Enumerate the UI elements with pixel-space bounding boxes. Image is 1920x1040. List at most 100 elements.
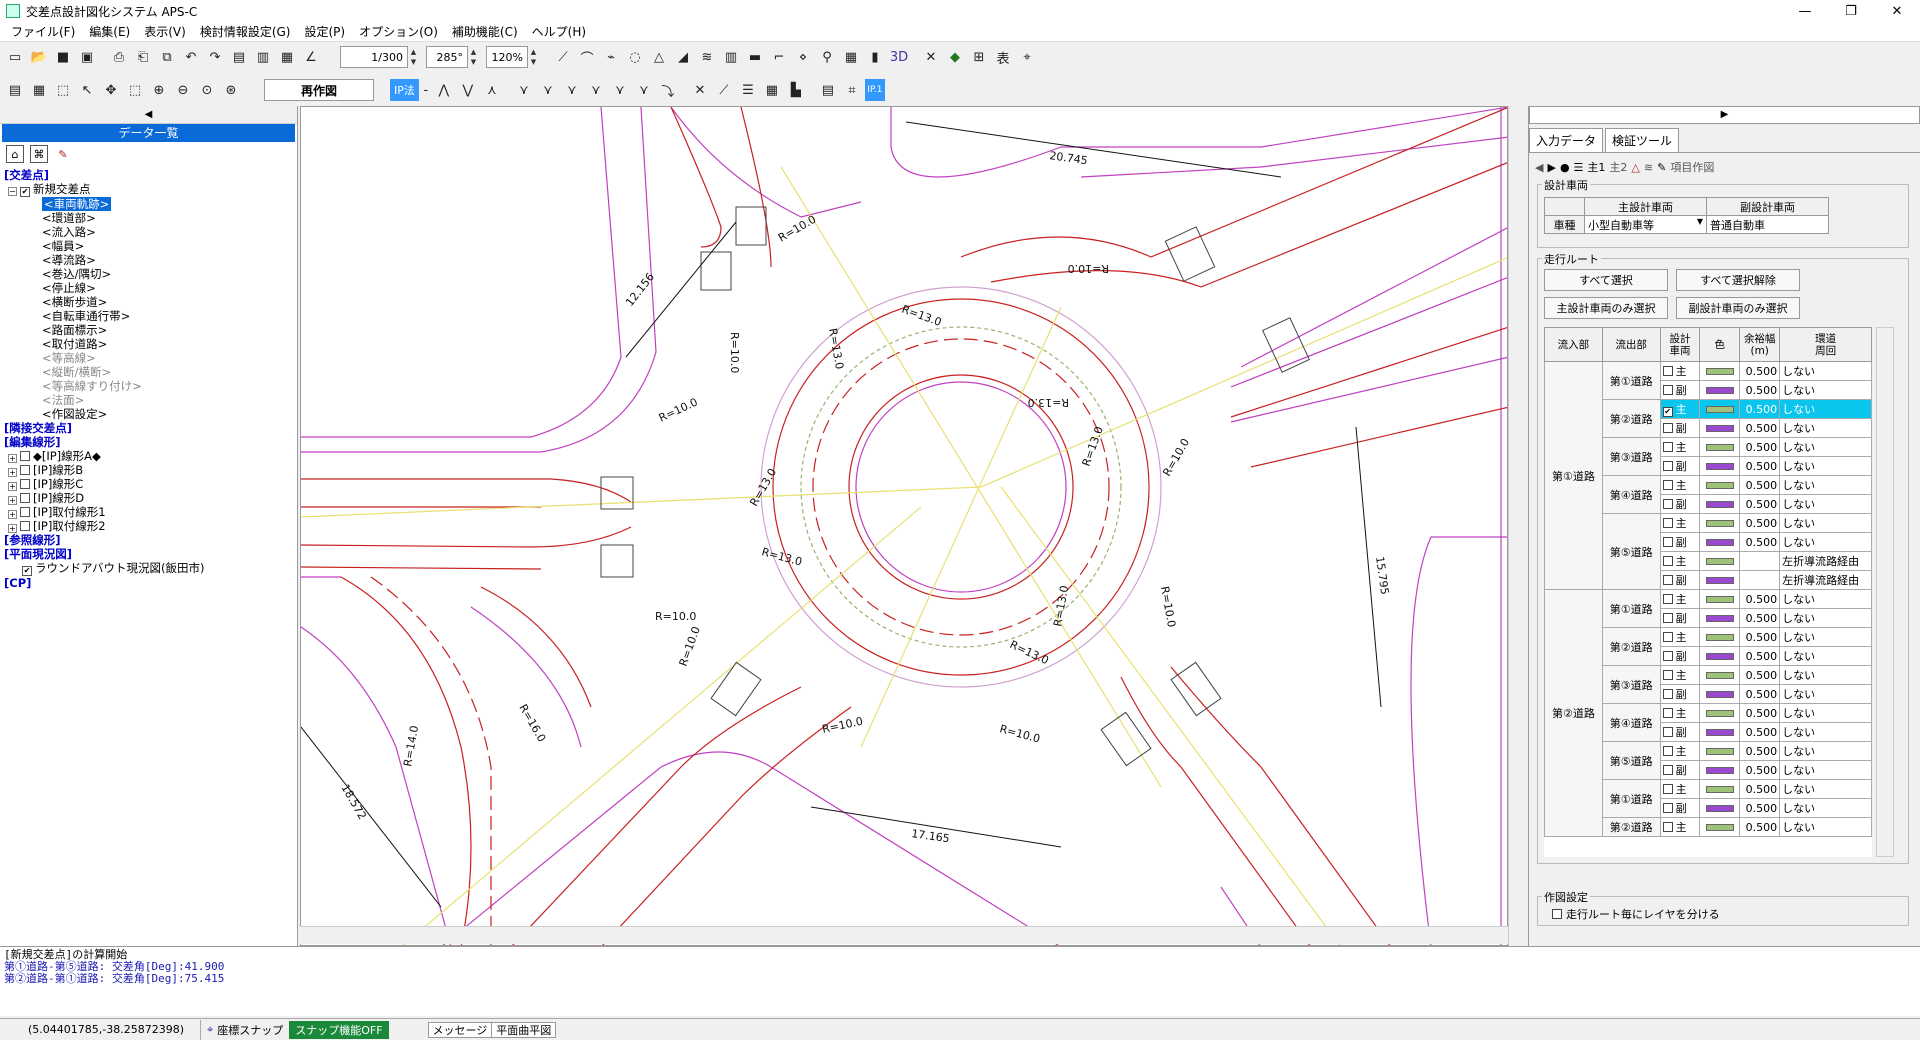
tab-message[interactable]: メッセージ xyxy=(427,1021,493,1038)
triangle-tool-icon[interactable]: △ xyxy=(648,46,670,68)
route-margin-cell[interactable]: 0.500 xyxy=(1739,722,1781,742)
route-margin-cell[interactable]: 0.500 xyxy=(1739,684,1781,704)
tree-item[interactable]: + ◆[IP]線形A◆ xyxy=(4,449,293,463)
delete-icon[interactable]: ✕ xyxy=(920,46,942,68)
list-view-icon[interactable]: ▤ xyxy=(817,79,839,101)
align-tool3-icon[interactable]: ⋏ xyxy=(481,79,503,101)
route-margin-cell[interactable]: 0.500 xyxy=(1739,532,1781,552)
table-view-icon[interactable]: ▦ xyxy=(761,79,783,101)
tree-item[interactable]: <車両軌跡> xyxy=(4,197,293,211)
route-loop-cell[interactable]: しない xyxy=(1779,608,1872,628)
tree-checkbox[interactable]: ✔ xyxy=(22,566,32,576)
route-loop-cell[interactable]: しない xyxy=(1779,361,1872,381)
route-vehicle-cell[interactable]: 主 xyxy=(1659,361,1701,381)
route-loop-cell[interactable]: しない xyxy=(1779,760,1872,780)
route-vehicle-cell[interactable]: 主 xyxy=(1659,779,1701,799)
layer-per-route-checkbox[interactable] xyxy=(1552,909,1562,919)
zoom-prev-icon[interactable]: ⊛ xyxy=(220,79,242,101)
tree-item[interactable]: <横断歩道> xyxy=(4,295,293,309)
contour-icon[interactable]: ≋ xyxy=(1644,161,1653,174)
zoom-window-icon[interactable]: ⬚ xyxy=(124,79,146,101)
select-all-button[interactable]: すべて選択 xyxy=(1544,269,1668,291)
tree-checkbox[interactable]: ✔ xyxy=(20,187,30,197)
menu-options[interactable]: オプション(O) xyxy=(352,23,445,40)
route-color-cell[interactable] xyxy=(1699,817,1741,837)
tree-item[interactable]: [CP] xyxy=(4,576,293,590)
slope-tool-icon[interactable]: ◢ xyxy=(672,46,694,68)
route-margin-cell[interactable] xyxy=(1739,551,1781,571)
tab-input-data[interactable]: 入力データ xyxy=(1529,128,1604,152)
route-checkbox[interactable] xyxy=(1662,803,1673,813)
route-margin-cell[interactable]: 0.500 xyxy=(1739,475,1781,495)
route-color-cell[interactable] xyxy=(1699,798,1741,818)
route-loop-cell[interactable]: しない xyxy=(1779,779,1872,799)
survey-icon[interactable]: ⌖ xyxy=(1016,46,1038,68)
route-color-cell[interactable] xyxy=(1699,418,1741,438)
tree-item[interactable]: [隣接交差点] xyxy=(4,421,293,435)
route-loop-cell[interactable]: しない xyxy=(1779,741,1872,761)
route-table-scrollbar[interactable] xyxy=(1876,327,1894,857)
measure-icon[interactable]: ⌗ xyxy=(841,79,863,101)
curve-tool-icon[interactable]: ⟋ xyxy=(552,46,574,68)
link-tool-icon[interactable]: ⚲ xyxy=(816,46,838,68)
tree-tool1-icon[interactable]: ⌂ xyxy=(6,145,24,163)
prev-icon[interactable]: ◀ xyxy=(1535,161,1543,174)
route-loop-cell[interactable]: しない xyxy=(1779,722,1872,742)
window2-icon[interactable]: ▥ xyxy=(252,46,274,68)
stopline-tool-icon[interactable]: ▬ xyxy=(744,46,766,68)
route-vehicle-cell[interactable]: 主 xyxy=(1659,437,1701,457)
route-checkbox[interactable] xyxy=(1662,518,1673,528)
route-vehicle-cell[interactable]: 主 xyxy=(1659,665,1701,685)
route-margin-cell[interactable]: 0.500 xyxy=(1739,665,1781,685)
print-icon[interactable]: ⎙ xyxy=(108,46,130,68)
edit-tool7-icon[interactable]: ⤵ xyxy=(657,79,679,101)
snap-off-indicator[interactable]: スナップ機能OFF xyxy=(289,1020,389,1039)
route-checkbox[interactable] xyxy=(1662,423,1673,433)
pan-icon[interactable]: ✥ xyxy=(100,79,122,101)
route-margin-cell[interactable]: 0.500 xyxy=(1739,437,1781,457)
route-row[interactable]: 第②道路 第①道路主 0.500 しない xyxy=(1544,589,1872,837)
ip-method-button[interactable]: IP法 xyxy=(390,79,419,101)
menu-help[interactable]: ヘルプ(H) xyxy=(525,23,593,40)
route-color-cell[interactable] xyxy=(1699,551,1741,571)
route-checkbox[interactable] xyxy=(1662,385,1673,395)
grid-icon[interactable]: ▦ xyxy=(28,79,50,101)
tree-item[interactable]: <流入路> xyxy=(4,225,293,239)
route-checkbox[interactable]: ✔ xyxy=(1662,407,1673,417)
route-margin-cell[interactable]: 0.500 xyxy=(1739,779,1781,799)
align-tool2-icon[interactable]: ⋁ xyxy=(457,79,479,101)
tree-item[interactable]: + [IP]取付線形1 xyxy=(4,505,293,519)
route-checkbox[interactable] xyxy=(1662,499,1673,509)
table-icon[interactable]: 表 xyxy=(992,46,1014,68)
route-loop-cell[interactable]: しない xyxy=(1779,437,1872,457)
route-loop-cell[interactable]: しない xyxy=(1779,532,1872,552)
route-checkbox[interactable] xyxy=(1662,594,1673,604)
route-loop-cell[interactable]: しない xyxy=(1779,380,1872,400)
tree-checkbox[interactable] xyxy=(20,521,30,531)
route-vehicle-cell[interactable]: 副 xyxy=(1659,456,1701,476)
route-checkbox[interactable] xyxy=(1662,727,1673,737)
expand-icon[interactable]: + xyxy=(8,510,17,519)
save-icon[interactable]: ■ xyxy=(52,46,74,68)
cross-tool-icon[interactable]: ✕ xyxy=(689,79,711,101)
route-checkbox[interactable] xyxy=(1662,537,1673,547)
grid-tool-icon[interactable]: ▦ xyxy=(840,46,862,68)
route-vehicle-cell[interactable]: 副 xyxy=(1659,494,1701,514)
route-checkbox[interactable] xyxy=(1662,746,1673,756)
tree-item[interactable]: [交差点] xyxy=(4,168,293,182)
route-margin-cell[interactable]: 0.500 xyxy=(1739,608,1781,628)
copy-icon[interactable]: ⧉ xyxy=(156,46,178,68)
tree-item[interactable]: <縦断/横断> xyxy=(4,365,293,379)
angle-spin-icon[interactable]: ▲ ▼ xyxy=(468,47,479,67)
route-loop-cell[interactable]: しない xyxy=(1779,399,1872,419)
route-loop-cell[interactable]: しない xyxy=(1779,627,1872,647)
minimize-icon[interactable]: — xyxy=(1782,0,1828,22)
tree-tool2-icon[interactable]: ⌘ xyxy=(30,145,48,163)
sub-vehicle-field[interactable]: 普通自動車 xyxy=(1706,215,1829,234)
route-margin-cell[interactable]: 0.500 xyxy=(1739,589,1781,609)
scale-combo[interactable]: 1/300 ▲ ▼ xyxy=(340,46,416,68)
tab-verification-tools[interactable]: 検証ツール xyxy=(1605,128,1680,152)
sub-only-button[interactable]: 副設計車両のみ選択 xyxy=(1676,297,1800,319)
route-loop-cell[interactable]: しない xyxy=(1779,817,1872,837)
zoom-spin-icon[interactable]: ▲ ▼ xyxy=(528,47,539,67)
